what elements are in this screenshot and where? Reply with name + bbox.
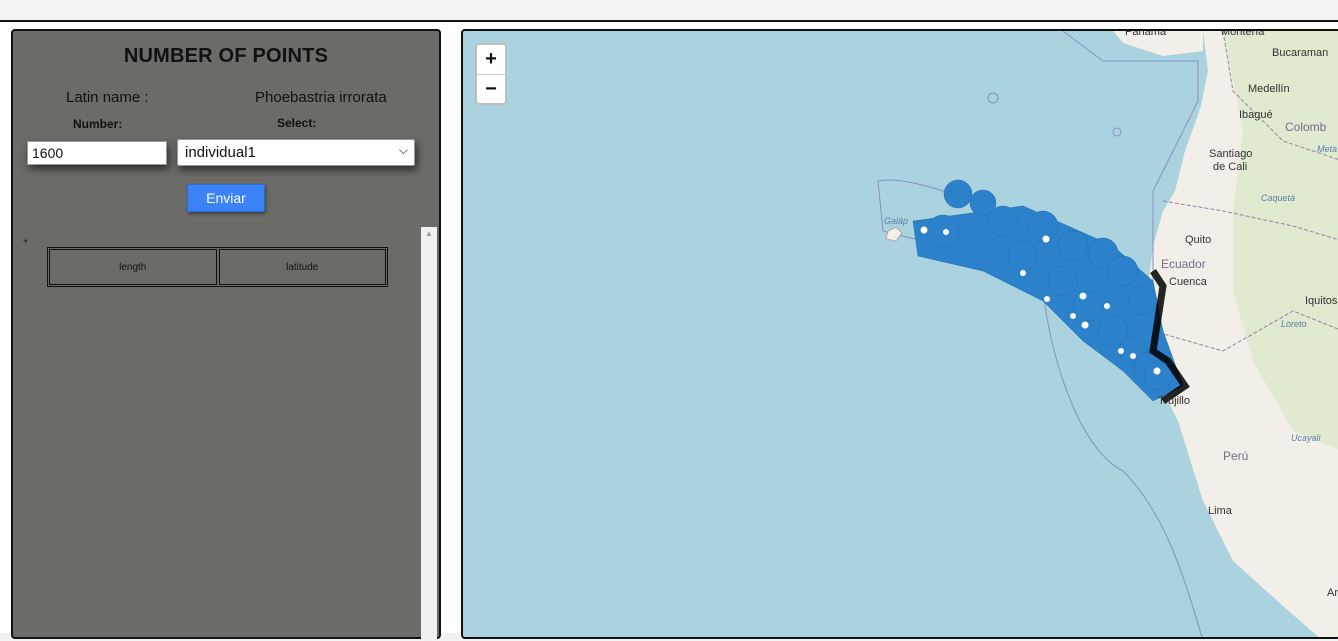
label-santiago: Santiago xyxy=(1209,148,1253,160)
chevron-down-icon: ⌵ xyxy=(398,143,408,157)
label-ibague: Ibagué xyxy=(1239,109,1273,121)
label-ecuador: Ecuador xyxy=(1161,257,1206,271)
label-ucayali: Ucayali xyxy=(1291,433,1321,443)
label-meta: Meta xyxy=(1317,144,1338,154)
zoom-out-button[interactable]: − xyxy=(477,75,505,104)
map-view[interactable]: Panama Montería Bucaraman Medellín Ibagu… xyxy=(461,29,1338,639)
points-table: length latitude xyxy=(47,247,388,287)
label-quito: Quito xyxy=(1185,234,1212,246)
label-peru: Perú xyxy=(1223,449,1249,463)
latin-name-value: Phoebastria irrorata xyxy=(255,89,387,106)
label-bucaramanga: Bucaraman xyxy=(1272,47,1329,59)
zoom-in-button[interactable]: + xyxy=(477,45,505,75)
label-panama: Panama xyxy=(1125,29,1166,38)
scroll-up-icon[interactable]: ▲ xyxy=(425,229,433,238)
label-trujillo: Trujillo xyxy=(1158,395,1190,407)
latin-name-label: Latin name : xyxy=(66,89,149,106)
label-cuenca: Cuenca xyxy=(1169,276,1207,288)
label-lima: Lima xyxy=(1208,505,1232,517)
island-malpelo xyxy=(987,92,999,104)
select-label: Select: xyxy=(277,116,317,130)
label-iquitos: Iquitos xyxy=(1305,295,1338,307)
map-canvas xyxy=(877,31,1338,637)
panel-title: NUMBER OF POINTS xyxy=(123,45,329,67)
individual-select[interactable]: individual1 ⌵ xyxy=(177,139,415,166)
expand-marker[interactable]: + xyxy=(23,236,28,246)
table-scrollbar[interactable]: ▲ xyxy=(421,227,437,641)
label-ar: Ar xyxy=(1327,587,1338,599)
browser-top-strip xyxy=(0,0,1338,20)
number-label: Number: xyxy=(73,117,123,131)
label-de-cali: de Cali xyxy=(1213,161,1248,173)
label-loreto: Loreto xyxy=(1281,319,1307,329)
label-monteria: Montería xyxy=(1221,29,1265,38)
number-input[interactable] xyxy=(27,141,167,165)
galapagos-islands xyxy=(885,226,903,242)
marker-cluster xyxy=(912,179,1184,402)
label-caqueta: Caquetá xyxy=(1261,193,1296,203)
send-button[interactable]: Enviar xyxy=(187,184,265,212)
island-gorgona xyxy=(1112,127,1122,137)
table-header-length: length xyxy=(49,249,217,285)
table-header-latitude: latitude xyxy=(218,249,386,285)
label-galapagos: Galáp xyxy=(884,216,909,226)
individual-select-value: individual1 xyxy=(185,144,256,161)
label-medellin: Medellín xyxy=(1248,83,1290,95)
control-panel: NUMBER OF POINTS Latin name : Phoebastri… xyxy=(11,29,441,641)
zoom-control: + − xyxy=(475,43,507,105)
label-colombia: Colomb xyxy=(1285,120,1327,134)
